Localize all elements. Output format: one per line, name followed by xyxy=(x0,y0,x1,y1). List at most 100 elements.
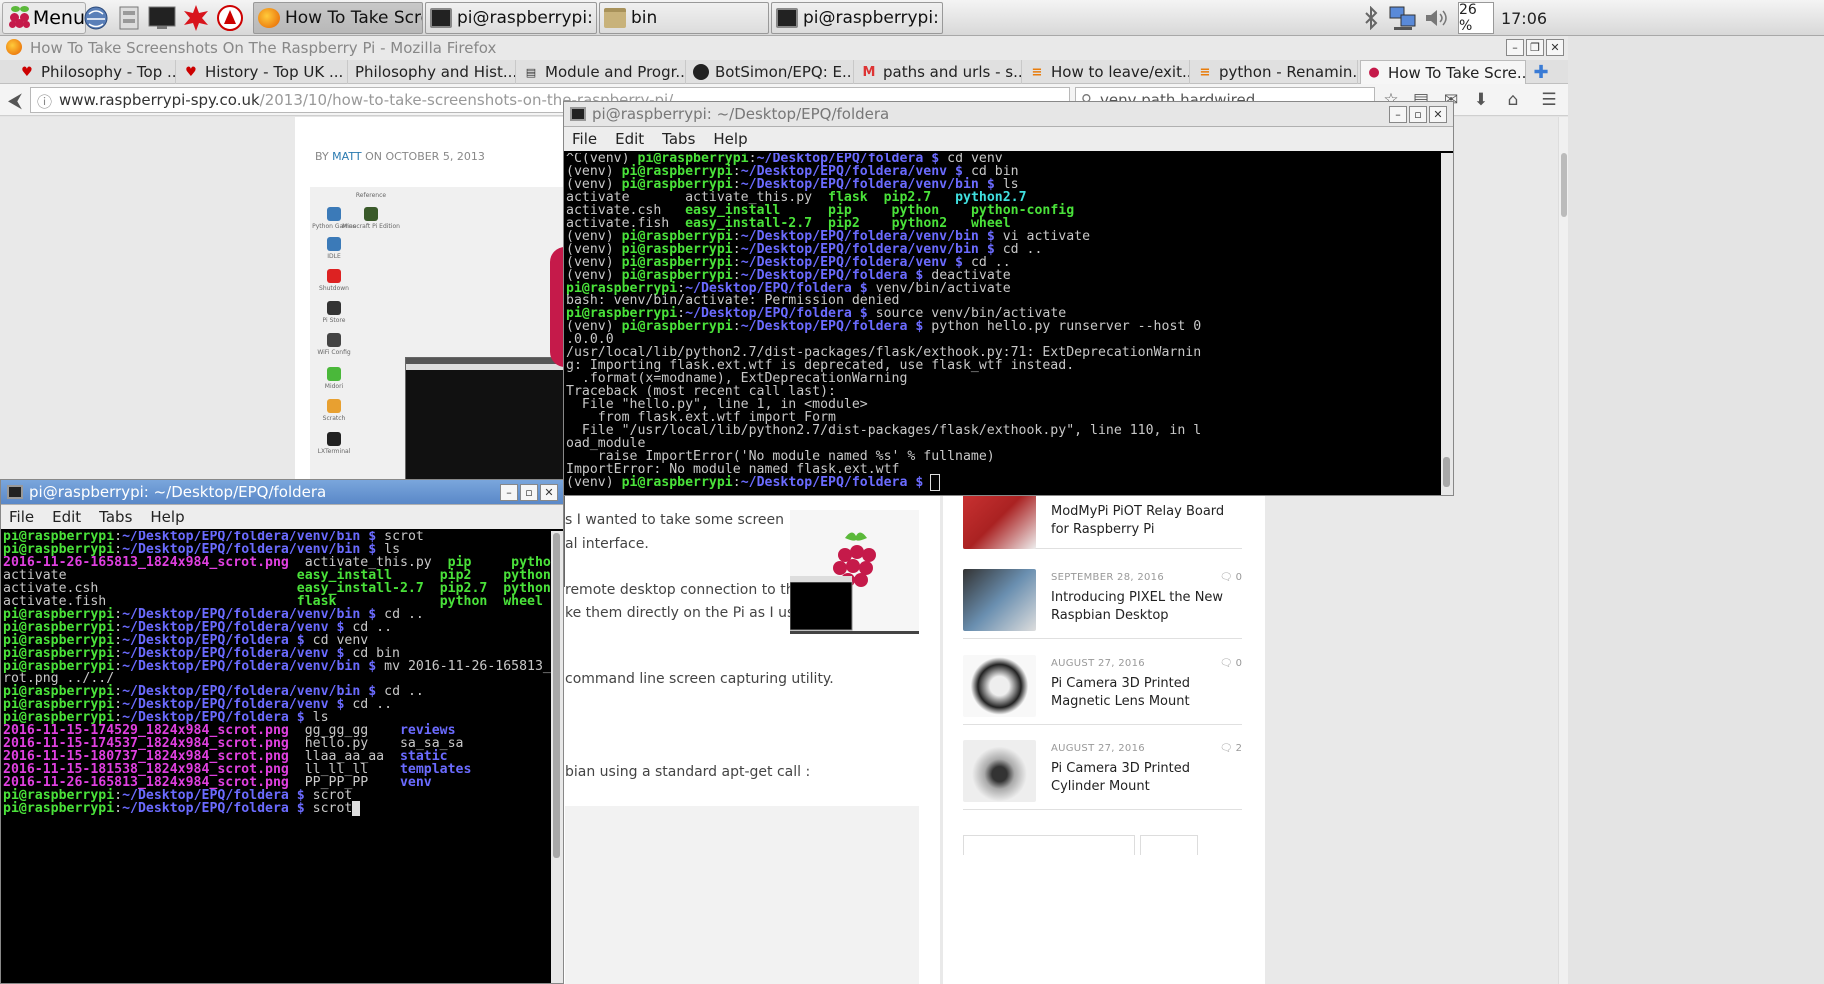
article-text: ke them directly on the Pi as I used xyxy=(565,605,812,621)
maximize-button[interactable]: ▫ xyxy=(1409,106,1427,123)
post-date: SEPTEMBER 28, 2016 xyxy=(1051,572,1164,583)
network-icon[interactable] xyxy=(1386,2,1420,34)
cpu-usage-monitor[interactable]: 26 % xyxy=(1458,2,1494,34)
window-title: How To Take Screenshots On The Raspberry… xyxy=(30,39,497,57)
article-text: s I wanted to take some screen xyxy=(565,512,785,528)
firefox-icon xyxy=(258,8,280,28)
menu-file[interactable]: File xyxy=(572,130,597,148)
terminal-icon xyxy=(7,485,23,499)
menu-tabs[interactable]: Tabs xyxy=(662,130,695,148)
comment-bubble-icon: 🗨 xyxy=(1219,743,1233,754)
task-terminal-2[interactable]: pi@raspberrypi: ~/De... xyxy=(771,2,943,34)
terminal-line: File "/usr/local/lib/python2.7/dist-pack… xyxy=(566,423,1202,439)
tab-how-to-take-screenshots[interactable]: ● How To Take Scre... xyxy=(1360,60,1526,84)
post-title[interactable]: ModMyPi PiOT Relay Board for Raspberry P… xyxy=(1051,503,1246,539)
back-arrow-icon[interactable]: ⮜ xyxy=(4,89,26,111)
maximize-button[interactable]: ❐ xyxy=(1526,39,1544,56)
tab-gmail[interactable]: Mpaths and urls - s... xyxy=(856,60,1022,84)
close-button[interactable]: ✕ xyxy=(540,484,558,501)
article-text: bian using a standard apt-get call : xyxy=(565,764,811,780)
sidebar-post[interactable]: ModMyPi PiOT Relay Board for Raspberry P… xyxy=(963,487,1242,549)
terminal-window-left[interactable]: pi@raspberrypi: ~/Desktop/EPQ/foldera – … xyxy=(0,479,564,984)
comment-count: 🗨 0 xyxy=(1219,572,1242,583)
terminal-scrollbar[interactable] xyxy=(1441,153,1453,495)
terminal-title-bar[interactable]: pi@raspberrypi: ~/Desktop/EPQ/foldera – … xyxy=(564,102,1453,127)
tab-python-renaming[interactable]: ≡ python - Renamin... xyxy=(1192,60,1358,84)
terminal-output[interactable]: ^C(venv) pi@raspberrypi:~/Desktop/EPQ/fo… xyxy=(564,153,1441,495)
tab-favicon-icon: ♥ xyxy=(185,64,197,80)
menu-help[interactable]: Help xyxy=(713,130,747,148)
gmail-icon: M xyxy=(862,64,876,80)
raspberry-pi-logo-icon xyxy=(7,5,30,31)
terminal-line: (venv) pi@raspberrypi:~/Desktop/EPQ/fold… xyxy=(566,319,1202,335)
stackoverflow-icon: ≡ xyxy=(1199,64,1211,80)
stackoverflow-icon: ≡ xyxy=(1031,64,1043,80)
code-block xyxy=(565,806,919,984)
bluetooth-icon[interactable] xyxy=(1358,2,1384,34)
desktop-icon-pi-store: Pi Store xyxy=(305,301,363,324)
terminal-title-bar[interactable]: pi@raspberrypi: ~/Desktop/EPQ/foldera – … xyxy=(1,480,563,505)
minimize-button[interactable]: – xyxy=(500,484,518,501)
tab-philosophy-history[interactable]: Philosophy and Hist... xyxy=(350,60,516,84)
new-tab-button[interactable]: ✚ xyxy=(1530,60,1552,84)
terminal-line: pi@raspberrypi:~/Desktop/EPQ/foldera $ s… xyxy=(3,801,551,817)
menu-help[interactable]: Help xyxy=(150,508,184,526)
task-firefox[interactable]: How To Take Screens... xyxy=(253,2,423,34)
terminal-scrollbar[interactable] xyxy=(551,531,563,983)
terminal-icon xyxy=(570,107,586,121)
sidebar-post[interactable]: AUGUST 27, 2016 🗨 0 Pi Camera 3D Printed… xyxy=(963,655,1242,725)
downloads-arrow-icon[interactable]: ⬇ xyxy=(1470,89,1492,111)
terminal-window-right[interactable]: pi@raspberrypi: ~/Desktop/EPQ/foldera – … xyxy=(563,101,1454,496)
menu-tabs[interactable]: Tabs xyxy=(99,508,132,526)
minimize-button[interactable]: – xyxy=(1506,39,1524,56)
desktop-icon-reference: Reference xyxy=(355,192,387,199)
mathematica-launcher-icon[interactable] xyxy=(214,3,246,33)
volume-icon[interactable] xyxy=(1421,2,1451,34)
close-button[interactable]: ✕ xyxy=(1546,39,1564,56)
comment-bubble-icon: 🗨 xyxy=(1219,658,1233,669)
task-terminal-1[interactable]: pi@raspberrypi: ~/De... xyxy=(425,2,597,34)
sidebar-post[interactable]: AUGUST 27, 2016 🗨 2 Pi Camera 3D Printed… xyxy=(963,740,1242,810)
web-browser-launcher-icon[interactable] xyxy=(80,3,112,33)
terminal-launcher-icon[interactable] xyxy=(146,3,178,33)
menu-edit[interactable]: Edit xyxy=(615,130,644,148)
file-manager-launcher-icon[interactable] xyxy=(113,3,145,33)
tab-how-to-leave[interactable]: ≡ How to leave/exit... xyxy=(1024,60,1190,84)
tab-history[interactable]: ♥ History - Top UK ... xyxy=(178,60,348,84)
hamburger-menu-icon[interactable]: ☰ xyxy=(1538,89,1560,111)
terminal-line: (venv) pi@raspberrypi:~/Desktop/EPQ/fold… xyxy=(566,473,1441,491)
wolfram-launcher-icon[interactable] xyxy=(180,3,212,33)
desktop-icon-idle: IDLE xyxy=(305,237,363,260)
post-thumbnail-image xyxy=(963,740,1036,802)
post-date: AUGUST 27, 2016 xyxy=(1051,658,1145,669)
folder-icon xyxy=(604,8,626,28)
post-title[interactable]: Pi Camera 3D Printed Magnetic Lens Mount xyxy=(1051,675,1246,711)
page-scrollbar[interactable] xyxy=(1558,117,1568,984)
maximize-button[interactable]: ▫ xyxy=(520,484,538,501)
tab-github[interactable]: BotSimon/EPQ: E... xyxy=(688,60,854,84)
close-button[interactable]: ✕ xyxy=(1429,106,1447,123)
sidebar-tab[interactable] xyxy=(963,835,1135,855)
minimize-button[interactable]: – xyxy=(1389,106,1407,123)
menu-file[interactable]: File xyxy=(9,508,34,526)
author-link[interactable]: MATT xyxy=(332,150,361,163)
clock[interactable]: 17:06 xyxy=(1494,2,1554,34)
home-icon[interactable]: ⌂ xyxy=(1502,89,1524,111)
post-thumbnail-image xyxy=(963,655,1036,717)
tab-module[interactable]: ▤ Module and Progr... xyxy=(518,60,686,84)
sidebar-post[interactable]: SEPTEMBER 28, 2016 🗨 0 Introducing PIXEL… xyxy=(963,569,1242,639)
sidebar-tab[interactable] xyxy=(1140,835,1198,855)
info-icon: ⓘ xyxy=(37,93,53,111)
article-text: command line screen capturing utility. xyxy=(565,671,834,687)
post-title[interactable]: Introducing PIXEL the New Raspbian Deskt… xyxy=(1051,589,1246,625)
menu-edit[interactable]: Edit xyxy=(52,508,81,526)
menu-button[interactable]: Menu xyxy=(2,2,86,34)
comment-bubble-icon: 🗨 xyxy=(1219,572,1233,583)
desktop-icon-minecraft: Minecraft Pi Edition xyxy=(342,207,400,230)
tab-philosophy[interactable]: ♥ Philosophy - Top ... xyxy=(14,60,176,84)
comment-count: 🗨 0 xyxy=(1219,658,1242,669)
task-file-manager-bin[interactable]: bin xyxy=(599,2,769,34)
terminal-icon xyxy=(776,8,798,28)
post-title[interactable]: Pi Camera 3D Printed Cylinder Mount xyxy=(1051,760,1246,796)
terminal-output[interactable]: pi@raspberrypi:~/Desktop/EPQ/foldera/ven… xyxy=(1,531,551,983)
